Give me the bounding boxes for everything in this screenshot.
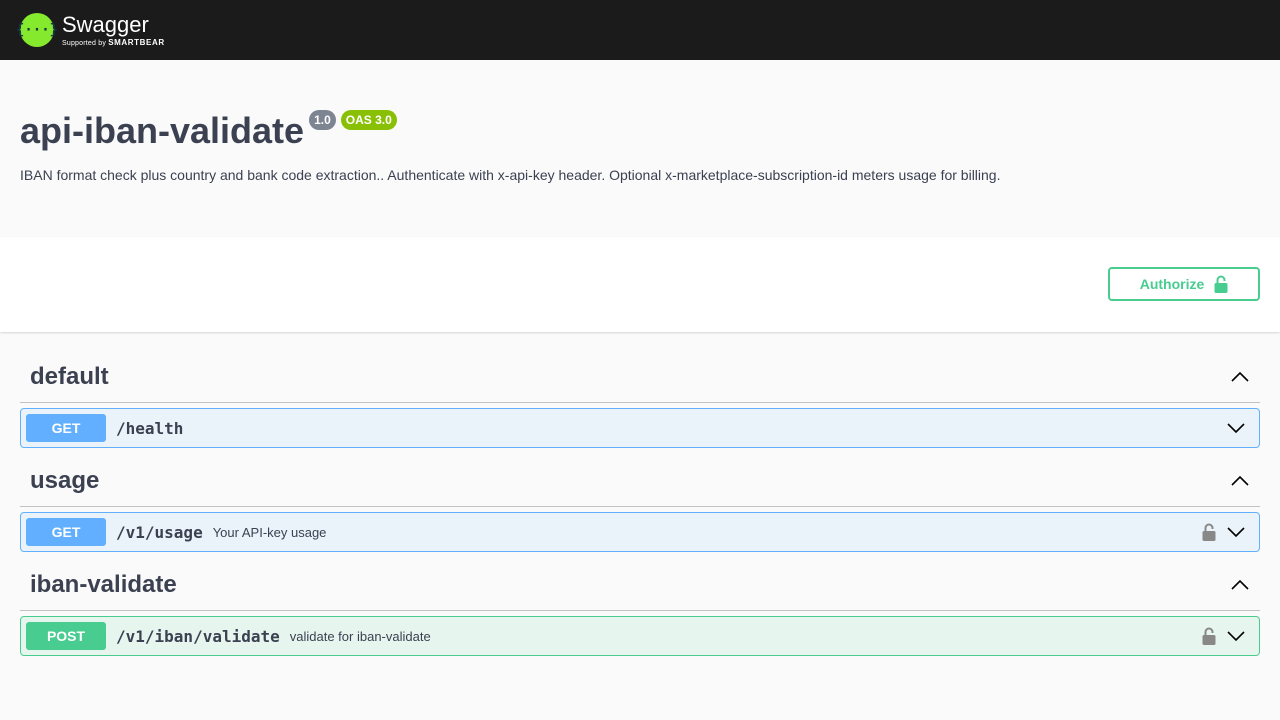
api-description: IBAN format check plus country and bank … (20, 167, 1001, 183)
operation-post[interactable]: POST/v1/iban/validate validate for iban-v… (20, 616, 1260, 656)
tag-header-iban-validate[interactable]: iban-validate (20, 560, 1260, 611)
operation-get[interactable]: GET/health (20, 408, 1260, 448)
operation-controls (1226, 418, 1246, 438)
logo-text: Swagger Supported by SMARTBEAR (62, 11, 165, 47)
operation-get[interactable]: GET/v1/usage Your API-key usage (20, 512, 1260, 552)
tag-header-default[interactable]: default (20, 352, 1260, 403)
topbar: {···} Swagger Supported by SMARTBEAR (0, 0, 1280, 60)
authorize-button[interactable]: Authorize (1108, 267, 1260, 301)
chevron-down-icon[interactable] (1226, 626, 1246, 646)
operation-path: /health (116, 418, 184, 438)
scheme-container: Authorize (0, 237, 1280, 332)
page-title: api-iban-validate (20, 110, 305, 151)
tag-name: default (30, 363, 109, 390)
swagger-logo-icon: {···} (16, 13, 58, 47)
lock-icon[interactable] (1202, 627, 1216, 645)
version-badge: 1.0 (309, 110, 336, 130)
operation-path: /v1/iban/validate (116, 626, 280, 646)
authorize-label: Authorize (1139, 276, 1205, 292)
brand-sub-prefix: Supported by (62, 39, 107, 47)
chevron-down-icon[interactable] (1226, 418, 1246, 438)
lock-icon[interactable] (1202, 523, 1216, 541)
unlock-icon (1214, 275, 1228, 293)
tag-section-iban-validate: iban-validate POST/v1/iban/validate valida… (20, 560, 1260, 656)
operation-summary: validate for iban-validate (289, 628, 431, 644)
swagger-logo[interactable]: {···} Swagger Supported by SMARTBEAR (16, 11, 165, 47)
oas-badge: OAS 3.0 (340, 110, 397, 130)
version-badges: 1.0 OAS 3.0 (309, 110, 397, 130)
tag-section-default: default GET/health (20, 352, 1260, 448)
brand-sub-company: SMARTBEAR (108, 37, 165, 47)
method-badge: POST (26, 622, 106, 650)
brand-sub: Supported by SMARTBEAR (62, 37, 165, 47)
chevron-up-icon[interactable] (1230, 575, 1250, 595)
chevron-up-icon[interactable] (1230, 367, 1250, 387)
method-badge: GET (26, 518, 106, 546)
tag-header-usage[interactable]: usage (20, 456, 1260, 507)
operation-controls (1202, 522, 1246, 542)
chevron-up-icon[interactable] (1230, 471, 1250, 491)
operation-path: /v1/usage (116, 522, 203, 542)
tag-name: iban-validate (30, 571, 177, 598)
chevron-down-icon[interactable] (1226, 522, 1246, 542)
operation-summary: Your API-key usage (212, 524, 327, 540)
operations-list: default GET/health usage GET/v1/usage Your A… (0, 332, 1280, 656)
api-info: api-iban-validate 1.0 OAS 3.0 IBAN forma… (0, 60, 1280, 237)
tag-name: usage (30, 467, 100, 494)
method-badge: GET (26, 414, 106, 442)
brand-name: Swagger (62, 11, 149, 37)
title-row: api-iban-validate 1.0 OAS 3.0 (20, 110, 1260, 152)
operation-controls (1202, 626, 1246, 646)
tag-section-usage: usage GET/v1/usage Your API-key usage (20, 456, 1260, 552)
